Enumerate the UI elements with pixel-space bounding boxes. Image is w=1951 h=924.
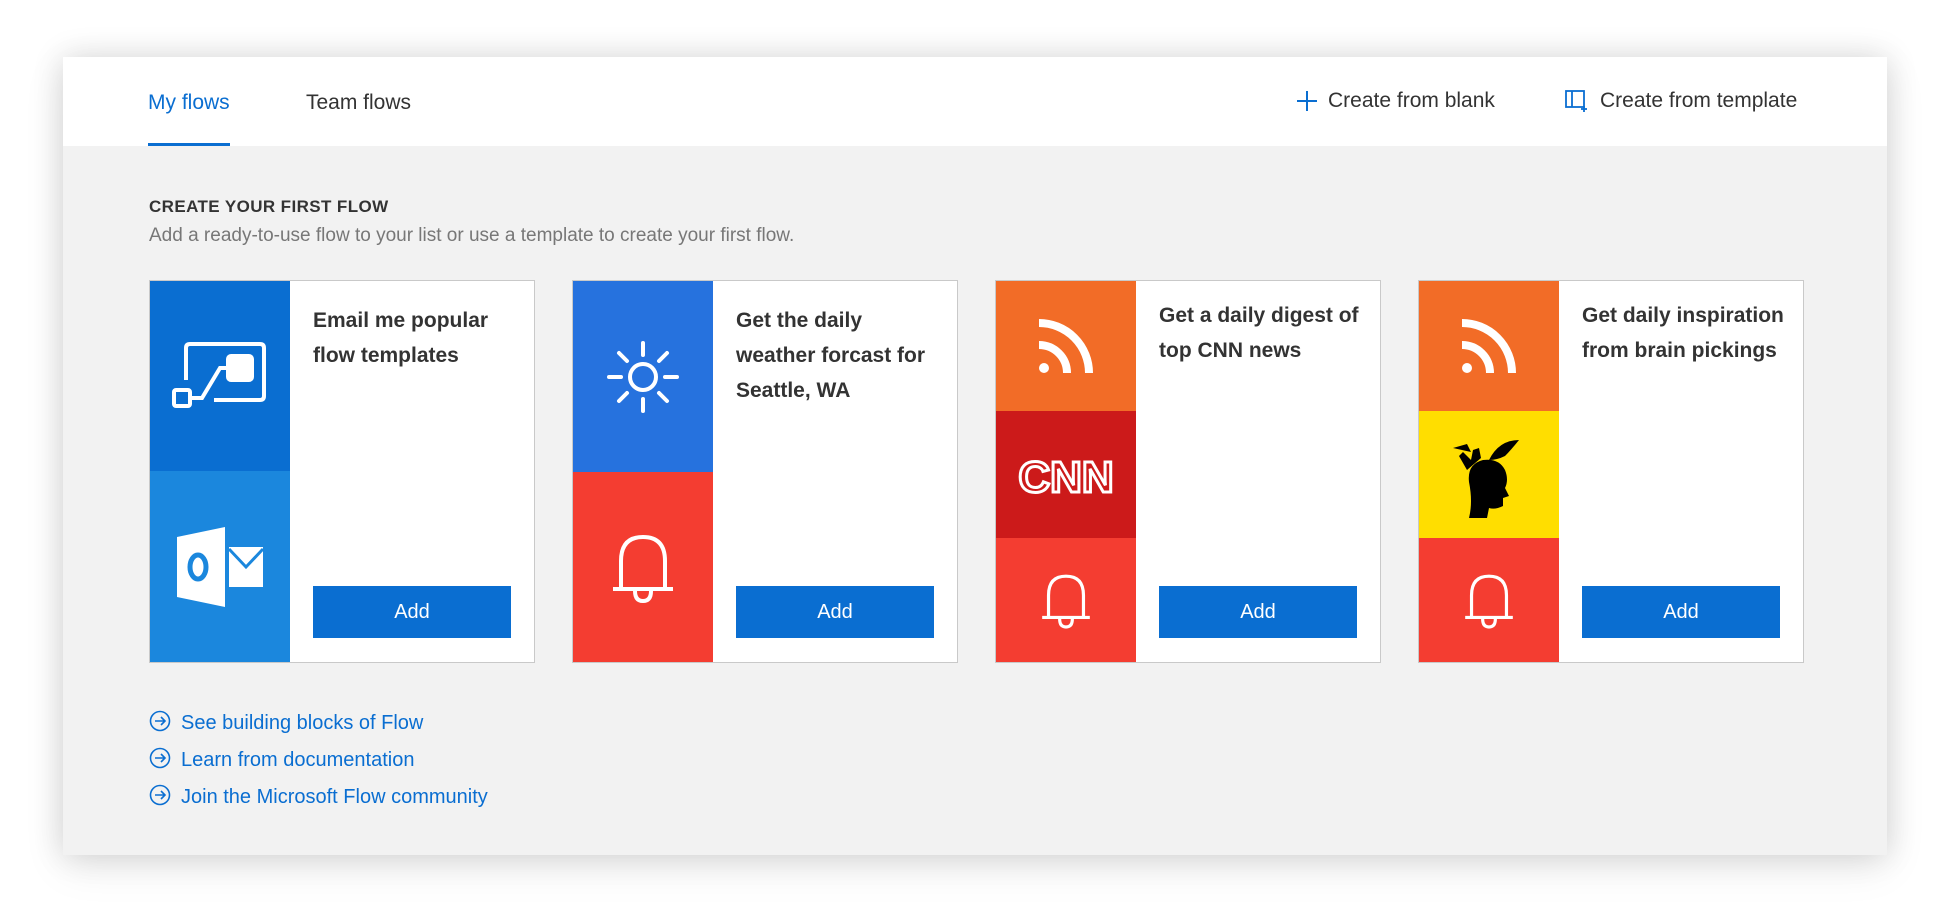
svg-text:CNN: CNN	[1018, 453, 1113, 500]
template-card-weather: Get the daily weather forcast for Seattl…	[572, 280, 958, 663]
card-icon-stack: CNN	[996, 281, 1136, 662]
card-icon-stack	[1419, 281, 1559, 662]
card-title: Get the daily weather forcast for Seattl…	[736, 309, 926, 402]
brain-pickings-logo-icon	[1419, 411, 1559, 538]
outlook-icon	[150, 471, 290, 662]
top-bar: My flows Team flows Create from blank Cr…	[63, 57, 1887, 146]
section-title: CREATE YOUR FIRST FLOW	[149, 197, 389, 216]
card-icon-stack	[573, 281, 713, 662]
create-from-template-button[interactable]: Create from template	[1564, 89, 1797, 113]
help-links: See building blocks of Flow Learn from d…	[149, 705, 488, 816]
create-from-template-label: Create from template	[1600, 89, 1798, 112]
link-building-blocks[interactable]: See building blocks of Flow	[149, 705, 488, 742]
notification-bell-icon	[1419, 538, 1559, 662]
card-title: Email me popular flow templates	[313, 309, 489, 367]
arrow-circle-icon	[149, 747, 171, 775]
section-subtitle: Add a ready-to-use flow to your list or …	[149, 225, 795, 246]
template-card-cnn: CNN Get a daily digest of top CNN news A…	[995, 280, 1381, 663]
flow-icon	[150, 281, 290, 471]
card-title: Get a daily digest of top CNN news	[1159, 304, 1359, 362]
link-label: See building blocks of Flow	[181, 712, 424, 734]
link-community[interactable]: Join the Microsoft Flow community	[149, 779, 488, 816]
add-button[interactable]: Add	[313, 586, 511, 638]
link-label: Learn from documentation	[181, 749, 415, 771]
arrow-circle-icon	[149, 710, 171, 738]
card-title: Get daily inspiration from brain picking…	[1582, 304, 1784, 362]
arrow-circle-icon	[149, 784, 171, 812]
create-from-blank-button[interactable]: Create from blank	[1296, 89, 1495, 113]
link-label: Join the Microsoft Flow community	[181, 786, 488, 808]
link-documentation[interactable]: Learn from documentation	[149, 742, 488, 779]
cnn-logo-icon: CNN	[996, 411, 1136, 538]
plus-icon	[1296, 90, 1318, 112]
template-icon	[1564, 89, 1590, 113]
card-icon-stack	[150, 281, 290, 662]
rss-icon	[1419, 281, 1559, 411]
weather-sun-icon	[573, 281, 713, 472]
rss-icon	[996, 281, 1136, 411]
template-card-brain-pickings: Get daily inspiration from brain picking…	[1418, 280, 1804, 663]
notification-bell-icon	[573, 472, 713, 662]
add-button[interactable]: Add	[736, 586, 934, 638]
create-from-blank-label: Create from blank	[1328, 89, 1495, 112]
add-button[interactable]: Add	[1159, 586, 1357, 638]
tab-team-flows[interactable]: Team flows	[306, 91, 411, 146]
flows-window: My flows Team flows Create from blank Cr…	[63, 57, 1887, 855]
template-card-email: Email me popular flow templates Add	[149, 280, 535, 663]
notification-bell-icon	[996, 538, 1136, 662]
tab-my-flows[interactable]: My flows	[148, 91, 230, 146]
add-button[interactable]: Add	[1582, 586, 1780, 638]
